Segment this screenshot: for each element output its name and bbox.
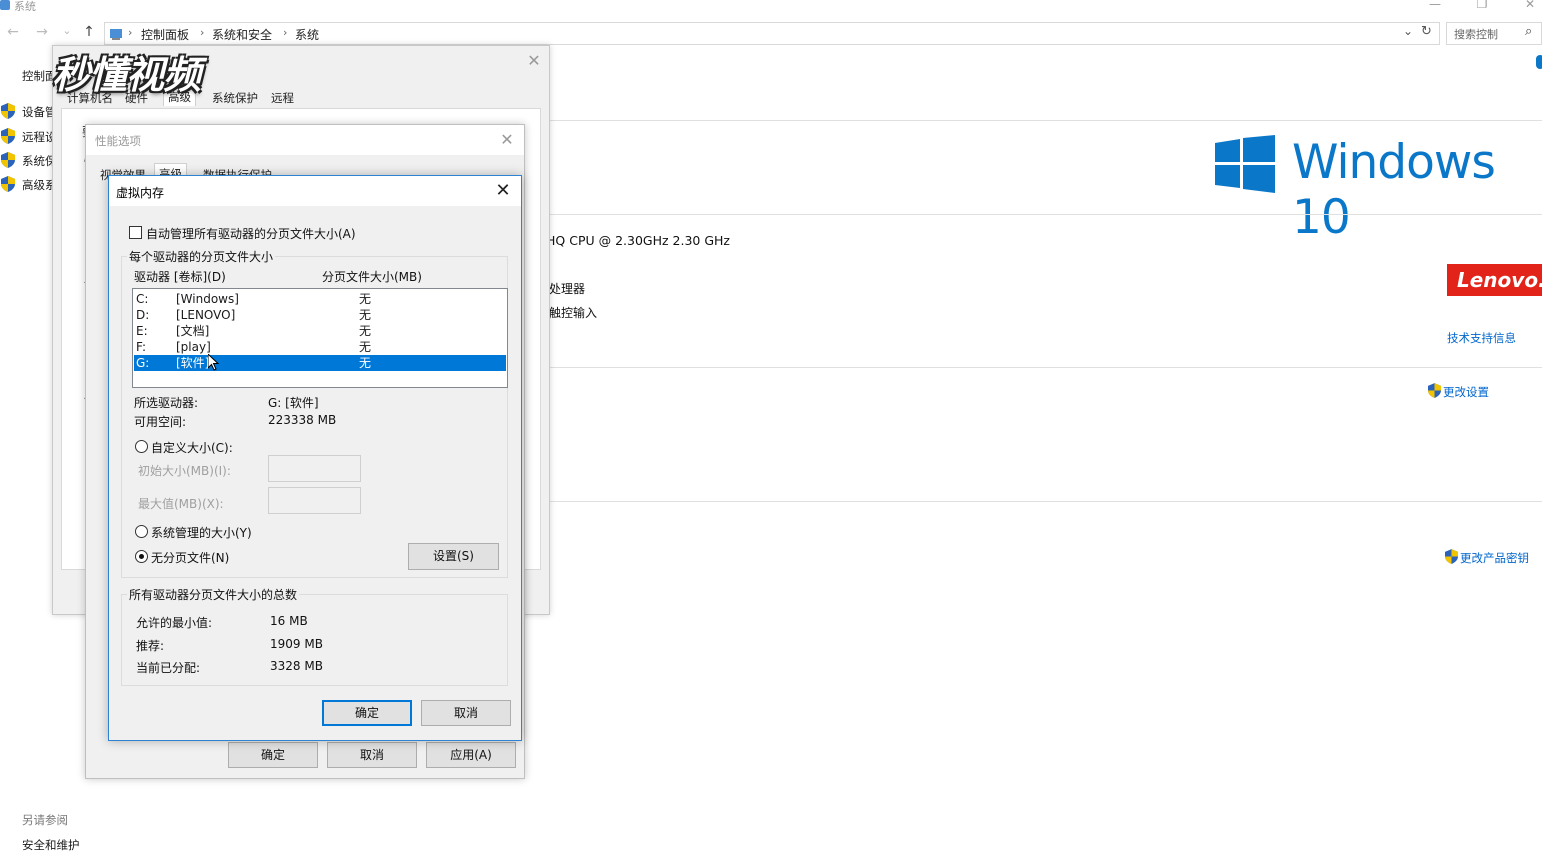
shield-icon	[1, 176, 15, 192]
close-icon[interactable]: ✕	[523, 50, 545, 72]
close-button[interactable]: ✕	[1520, 0, 1540, 11]
search-input[interactable]: 搜索控制 ⌕	[1446, 22, 1542, 45]
apply-button[interactable]: 应用(A)	[426, 742, 516, 768]
drive-row[interactable]: E: [文档] 无	[134, 323, 506, 339]
address-row: ← → ⌄ ↑ › 控制面板 › 系统和安全 › 系统 ⌄ ↻ 搜索控制 ⌕	[0, 22, 1542, 46]
support-info-link[interactable]: 技术支持信息	[1447, 330, 1516, 346]
drive-row[interactable]: C: [Windows] 无	[134, 291, 506, 307]
max-size-input[interactable]	[268, 487, 361, 514]
help-icon[interactable]	[1536, 55, 1542, 69]
recommended-value: 1909 MB	[270, 637, 323, 651]
maximize-button[interactable]: ❐	[1472, 0, 1492, 11]
tab-system-protection[interactable]: 系统保护	[208, 88, 262, 108]
dialog-title: 性能选项	[95, 134, 141, 148]
custom-size-label: 自定义大小(C):	[151, 441, 233, 455]
custom-size-radio[interactable]	[135, 440, 148, 453]
column-size-header: 分页文件大小(MB)	[322, 270, 422, 284]
system-type-text: 处理器	[549, 282, 586, 296]
totals-group-title: 所有驱动器分页文件大小的总数	[127, 586, 300, 603]
set-button[interactable]: 设置(S)	[408, 543, 499, 570]
search-icon: ⌕	[1525, 24, 1533, 39]
initial-size-input[interactable]	[268, 455, 361, 482]
back-icon[interactable]: ←	[4, 24, 22, 40]
auto-manage-checkbox[interactable]	[129, 226, 142, 239]
close-icon[interactable]: ✕	[496, 129, 518, 151]
system-managed-label: 系统管理的大小(Y)	[151, 526, 252, 540]
shield-icon	[1, 152, 15, 168]
up-icon[interactable]: ↑	[80, 24, 98, 40]
free-space-label: 可用空间:	[134, 415, 187, 429]
window-titlebar: 系统 — ❐ ✕	[0, 0, 1542, 14]
column-drive-header: 驱动器 [卷标](D)	[134, 270, 226, 284]
window-title: 系统	[14, 0, 36, 13]
per-drive-group-title: 每个驱动器的分页文件大小	[127, 248, 276, 265]
virtual-memory-titlebar: 虚拟内存 ✕	[109, 176, 521, 206]
cancel-button[interactable]: 取消	[421, 700, 511, 726]
refresh-icon[interactable]: ↻	[1421, 24, 1432, 39]
selected-drive-value: G: [软件]	[268, 396, 319, 410]
tab-remote[interactable]: 远程	[267, 88, 298, 108]
shield-icon	[1, 128, 15, 144]
no-paging-file-label: 无分页文件(N)	[151, 551, 230, 565]
windows-logo-icon	[1215, 135, 1275, 193]
dialog-title: 虚拟内存	[116, 186, 165, 200]
search-placeholder: 搜索控制	[1454, 28, 1498, 41]
free-space-value: 223338 MB	[268, 413, 337, 427]
drive-row-selected[interactable]: G: [软件] 无	[134, 355, 506, 371]
ok-button[interactable]: 确定	[322, 700, 412, 726]
min-allowed-value: 16 MB	[270, 614, 308, 628]
lenovo-logo: Lenovo.	[1447, 264, 1542, 296]
windows-brand-text: Windows 10	[1292, 135, 1496, 245]
ok-button[interactable]: 确定	[228, 742, 318, 768]
address-dropdown-icon[interactable]: ⌄	[1403, 24, 1413, 38]
performance-titlebar: 性能选项 ✕	[86, 125, 524, 155]
max-size-label: 最大值(MB)(X):	[138, 497, 224, 511]
initial-size-label: 初始大小(MB)(I):	[138, 464, 231, 478]
shield-icon	[1428, 383, 1441, 398]
security-maintenance-link[interactable]: 安全和维护	[22, 837, 80, 853]
system-managed-radio[interactable]	[135, 525, 148, 538]
minimize-button[interactable]: —	[1425, 0, 1445, 11]
drive-list[interactable]: C: [Windows] 无 D: [LENOVO] 无 E: [文档] 无 F…	[132, 288, 508, 388]
watermark-logo: 秒懂视频	[52, 53, 201, 97]
address-bar[interactable]: › 控制面板 › 系统和安全 › 系统 ⌄ ↻	[104, 22, 1440, 45]
selected-drive-label: 所选驱动器:	[134, 396, 199, 410]
pen-touch-text: 触控输入	[549, 306, 598, 320]
breadcrumb-system-security[interactable]: 系统和安全	[212, 26, 272, 43]
min-allowed-label: 允许的最小值:	[136, 616, 213, 630]
breadcrumb-control-panel[interactable]: 控制面板	[141, 26, 189, 43]
drive-row[interactable]: D: [LENOVO] 无	[134, 307, 506, 323]
cpu-info: HQ CPU @ 2.30GHz 2.30 GHz	[546, 233, 730, 248]
forward-icon[interactable]: →	[33, 24, 51, 40]
drive-row[interactable]: F: [play] 无	[134, 339, 506, 355]
allocated-label: 当前已分配:	[136, 661, 201, 675]
recommended-label: 推荐:	[136, 639, 165, 653]
control-panel-icon	[110, 29, 122, 40]
see-also-title: 另请参阅	[22, 813, 68, 827]
breadcrumb-system[interactable]: 系统	[295, 26, 319, 43]
allocated-value: 3328 MB	[270, 659, 323, 673]
close-icon[interactable]: ✕	[492, 180, 514, 202]
change-settings-link[interactable]: 更改设置	[1443, 384, 1489, 400]
change-product-key-link[interactable]: 更改产品密钥	[1460, 550, 1529, 566]
virtual-memory-dialog: 虚拟内存 ✕ 自动管理所有驱动器的分页文件大小(A) 每个驱动器的分页文件大小 …	[108, 175, 522, 741]
recent-locations-icon[interactable]: ⌄	[58, 24, 76, 37]
shield-icon	[1445, 549, 1458, 564]
shield-icon	[1, 103, 15, 119]
cancel-button[interactable]: 取消	[327, 742, 417, 768]
mouse-cursor-icon	[208, 354, 219, 371]
system-icon	[0, 0, 10, 10]
no-paging-file-radio[interactable]	[135, 550, 148, 563]
auto-manage-label: 自动管理所有驱动器的分页文件大小(A)	[146, 227, 356, 241]
